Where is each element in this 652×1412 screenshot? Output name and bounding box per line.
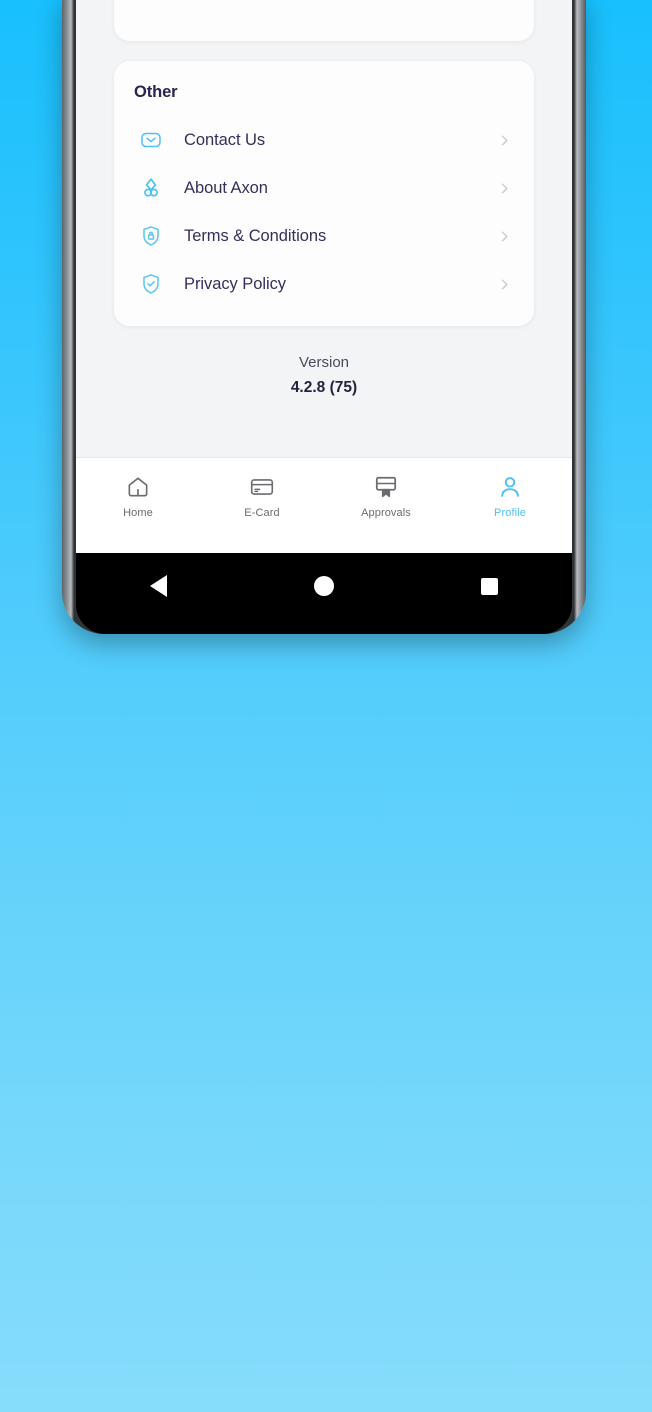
tab-label: Approvals: [361, 507, 411, 519]
list-item-terms-conditions[interactable]: Terms & Conditions: [114, 212, 534, 260]
phone-screen: Other Contact Us About Axon Terms & Cond…: [76, 0, 572, 634]
list-item-label: Privacy Policy: [184, 274, 286, 293]
card-icon: [249, 472, 275, 502]
other-settings-card: Other Contact Us About Axon Terms & Cond…: [114, 61, 534, 326]
tab-label: Home: [123, 507, 153, 519]
chevron-right-icon: [496, 132, 512, 148]
circle-icon: [313, 576, 334, 596]
shield-check-icon: [134, 269, 168, 299]
axon-logo-icon: [134, 173, 168, 203]
system-back-button[interactable]: [129, 571, 189, 601]
android-system-nav: [76, 553, 572, 634]
version-label: Version: [298, 354, 350, 371]
app-screen-profile: Other Contact Us About Axon Terms & Cond…: [76, 0, 572, 553]
home-icon: [125, 472, 151, 502]
settings-row-partial[interactable]: [114, 0, 534, 10]
list-item-privacy-policy[interactable]: Privacy Policy: [114, 260, 534, 308]
list-item-contact-us[interactable]: Contact Us: [114, 116, 534, 164]
chevron-right-icon: [496, 276, 512, 292]
phone-device-frame: Other Contact Us About Axon Terms & Cond…: [62, 0, 586, 634]
settings-scroll-area[interactable]: Other Contact Us About Axon Terms & Cond…: [76, 0, 572, 457]
tab-approvals[interactable]: Approvals: [324, 472, 448, 519]
tab-label: Profile: [494, 507, 526, 519]
app-version-block: Version 4.2.8 (75): [76, 326, 572, 400]
envelope-icon: [134, 125, 168, 155]
tab-home[interactable]: Home: [76, 472, 200, 519]
list-item-about-axon[interactable]: About Axon: [114, 164, 534, 212]
other-card-title: Other: [134, 83, 178, 101]
system-recents-button[interactable]: [459, 571, 519, 601]
tab-profile[interactable]: Profile: [448, 472, 572, 519]
previous-settings-card-partial[interactable]: [114, 0, 534, 41]
system-home-button[interactable]: [294, 571, 354, 601]
triangle-left-icon: [150, 575, 168, 597]
tab-label: E-Card: [244, 507, 280, 519]
square-icon: [480, 577, 498, 595]
shield-lock-icon: [134, 221, 168, 251]
list-item-label: Terms & Conditions: [184, 226, 327, 245]
tab-ecard[interactable]: E-Card: [200, 472, 324, 519]
version-value: 4.2.8 (75): [290, 379, 358, 396]
list-item-label: Contact Us: [184, 130, 266, 149]
person-icon: [497, 472, 523, 502]
approvals-icon: [373, 472, 399, 502]
chevron-right-icon: [496, 180, 512, 196]
list-item-label: About Axon: [184, 178, 268, 197]
chevron-right-icon: [496, 228, 512, 244]
bottom-tab-bar: Home E-Card Approvals Profile: [76, 457, 572, 553]
